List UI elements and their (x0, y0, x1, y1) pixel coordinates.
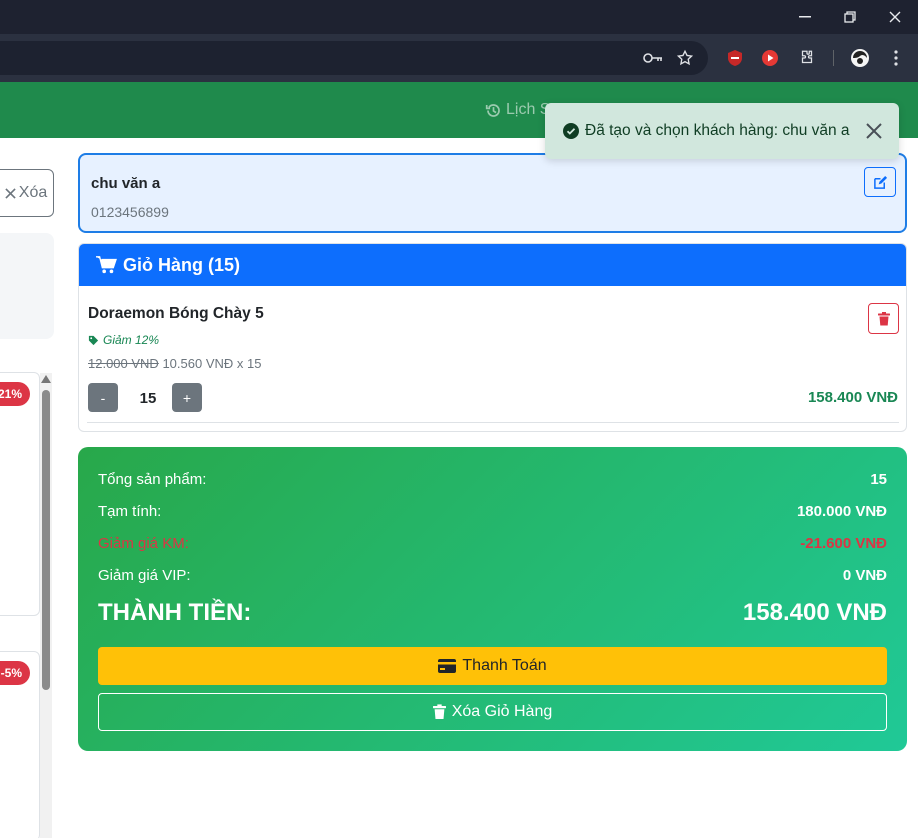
summary-vip-discount: Giảm giá VIP: 0 VNĐ (98, 567, 887, 584)
scroll-up-arrow-icon[interactable] (41, 375, 51, 383)
product-card[interactable] (0, 372, 40, 616)
close-window-button[interactable] (872, 0, 918, 34)
total-items-value: 15 (870, 471, 887, 488)
promo-value: -21.600 VNĐ (800, 535, 887, 552)
clear-search-label: Xóa (18, 184, 48, 201)
selected-customer-card: chu văn a 0123456899 (78, 153, 907, 233)
toast-close-icon[interactable] (863, 120, 885, 142)
cart-title: Giỏ Hàng (15) (123, 254, 241, 275)
x-icon (5, 187, 16, 199)
scrollbar-thumb[interactable] (42, 390, 50, 690)
check-circle-icon (563, 123, 579, 139)
trash-icon (877, 311, 890, 325)
remove-item-button[interactable] (868, 303, 899, 334)
minimize-button[interactable] (782, 0, 828, 34)
success-toast: Đã tạo và chọn khách hàng: chu văn a (545, 103, 899, 159)
restore-icon (844, 11, 856, 23)
summary-grand-total: THÀNH TIỀN: 158.400 VNĐ (98, 599, 887, 627)
clear-cart-button[interactable]: Xóa Giỏ Hàng (98, 693, 887, 731)
trash-icon (432, 704, 446, 720)
cart-item-discount-label: Giảm 12% (103, 333, 160, 347)
summary-promo-discount: Giảm giá KM: -21.600 VNĐ (98, 535, 887, 552)
toolbar-separator (833, 50, 834, 66)
grand-total-value: 158.400 VNĐ (742, 599, 887, 626)
browser-menu-icon[interactable] (884, 46, 908, 70)
order-summary: Tổng sản phẩm: 15 Tạm tính: 180.000 VNĐ … (78, 447, 907, 751)
subtotal-label: Tạm tính: (98, 503, 162, 520)
credit-card-icon (438, 659, 457, 673)
increase-qty-button[interactable]: + (172, 383, 202, 412)
adblock-extension-icon[interactable] (723, 46, 747, 70)
total-items-label: Tổng sản phẩm: (98, 471, 207, 488)
bookmark-star-icon[interactable] (673, 46, 697, 70)
cart-panel: Giỏ Hàng (15) Doraemon Bóng Chày 5 Giảm … (78, 243, 907, 432)
browser-titlebar (0, 0, 918, 34)
discount-badge: -21% (0, 382, 30, 406)
toast-message: Đã tạo và chọn khách hàng: chu văn a (585, 122, 850, 139)
decrease-qty-button[interactable]: - (88, 383, 118, 412)
discount-badge: -5% (0, 661, 30, 685)
maximize-button[interactable] (827, 0, 873, 34)
nav-history-link[interactable]: Lịch S (485, 101, 550, 119)
history-icon (485, 103, 500, 117)
address-bar[interactable] (0, 41, 708, 75)
edit-icon (873, 175, 887, 189)
vip-value: 0 VNĐ (842, 567, 887, 584)
filter-box (0, 233, 54, 339)
edit-customer-button[interactable] (864, 167, 896, 197)
youtube-extension-icon[interactable] (758, 46, 782, 70)
profile-avatar-icon[interactable] (848, 46, 872, 70)
cart-icon (96, 256, 117, 274)
cart-item-old-price: 12.000 VNĐ (88, 356, 159, 371)
summary-total-items: Tổng sản phẩm: 15 (98, 471, 887, 488)
grand-total-label: THÀNH TIỀN: (98, 599, 252, 626)
nav-history-label: Lịch S (506, 101, 551, 118)
clear-cart-label: Xóa Giỏ Hàng (451, 703, 553, 720)
cart-item-total: 158.400 VNĐ (807, 389, 898, 406)
subtotal-value: 180.000 VNĐ (796, 503, 887, 520)
cart-item-qty[interactable]: 15 (131, 390, 165, 407)
checkout-label: Thanh Toán (462, 657, 547, 674)
vip-label: Giảm giá VIP: (98, 567, 191, 584)
password-key-icon[interactable] (641, 46, 665, 70)
clear-search-button[interactable]: Xóa (0, 169, 54, 217)
customer-name: chu văn a (91, 175, 161, 192)
minimize-icon (799, 16, 811, 18)
cart-item-name: Doraemon Bóng Chày 5 (88, 305, 264, 322)
extensions-puzzle-icon[interactable] (795, 46, 819, 70)
summary-subtotal: Tạm tính: 180.000 VNĐ (98, 503, 887, 520)
tag-icon (88, 335, 99, 345)
cart-item-new-price: 10.560 VNĐ x 15 (162, 356, 262, 371)
item-divider (87, 422, 899, 423)
close-icon (889, 11, 901, 23)
cart-item-price: 12.000 VNĐ 10.560 VNĐ x 15 (88, 356, 261, 371)
cart-header: Giỏ Hàng (15) (79, 244, 906, 286)
cart-item-discount: Giảm 12% (88, 333, 159, 347)
customer-phone: 0123456899 (91, 204, 169, 220)
checkout-button[interactable]: Thanh Toán (98, 647, 887, 685)
promo-label: Giảm giá KM: (98, 535, 189, 552)
